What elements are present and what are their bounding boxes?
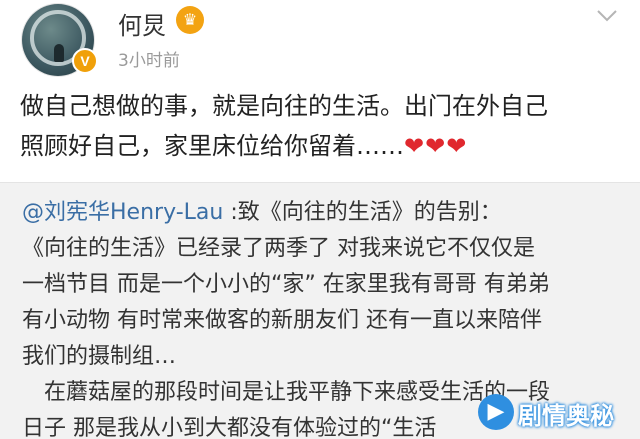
play-icon: ▶ [478, 394, 514, 430]
post-line: 照顾好自己，家里床位给你留着……❤❤❤ [20, 126, 630, 166]
repost-line: 一档节目 而是一个小小的“家” 在家里我有哥哥 有弟弟 [22, 272, 550, 297]
post-body: 做自己想做的事，就是向往的生活。出门在外自己 照顾好自己，家里床位给你留着……❤… [20, 86, 630, 166]
heart-icons: ❤❤❤ [404, 132, 468, 160]
repost-line: 《向往的生活》已经录了两季了 对我来说它不仅仅是 [22, 236, 535, 261]
weibo-post-screen: V 何炅 ♛ 3小时前 做自己想做的事，就是向往的生活。出门在外自己 照顾好自己… [0, 0, 640, 439]
repost-line: 有小动物 有时常来做客的新朋友们 还有一直以来陪伴 [22, 308, 542, 333]
crown-icon: ♛ [176, 6, 204, 34]
chevron-down-icon[interactable] [596, 8, 618, 24]
username[interactable]: 何炅 [118, 6, 166, 41]
repost-line: 我们的摄制组… [22, 344, 177, 369]
watermark-text: 剧情奥秘 [518, 402, 614, 430]
avatar-figure [54, 44, 64, 62]
repost-title: @刘宪华Henry-Lau :致《向往的生活》的告别： [22, 195, 622, 231]
post-line-text: 照顾好自己，家里床位给你留着…… [20, 132, 404, 160]
repost-title-text: :致《向往的生活》的告别： [223, 200, 502, 225]
mention-link[interactable]: @刘宪华Henry-Lau [22, 200, 223, 225]
post-line: 做自己想做的事，就是向往的生活。出门在外自己 [20, 92, 548, 120]
watermark: ▶ 剧情奥秘 [478, 392, 636, 432]
post-timestamp: 3小时前 [118, 51, 180, 71]
verified-icon: V [72, 48, 98, 74]
